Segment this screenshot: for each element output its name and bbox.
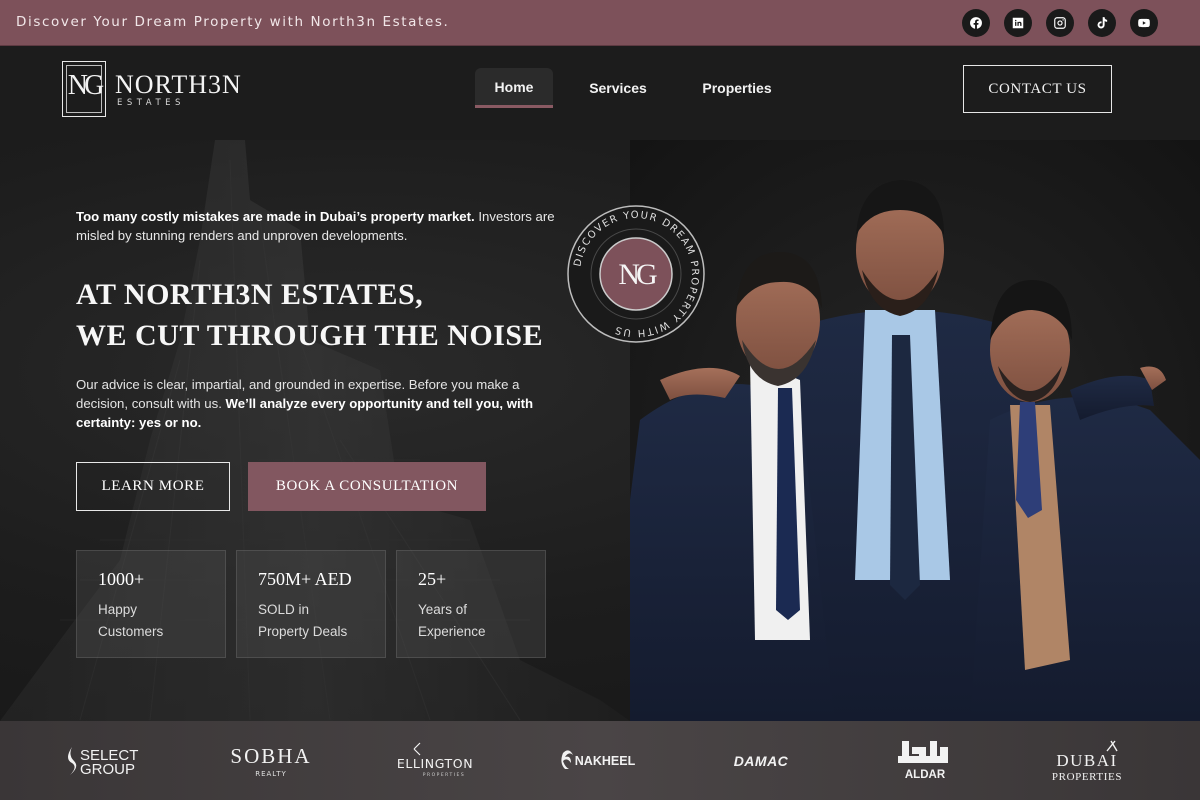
instagram-icon[interactable] (1046, 9, 1074, 37)
nav-home[interactable]: Home (475, 68, 553, 108)
facebook-icon[interactable] (962, 9, 990, 37)
svg-text:DUBAI: DUBAI (1056, 751, 1117, 770)
stat-value: 1000+ (98, 569, 145, 589)
nav-properties[interactable]: Properties (690, 68, 784, 108)
team-photo (630, 140, 1200, 721)
stat-value: 25+ (418, 569, 447, 589)
stat-card: 25+ Years of Experience (396, 550, 546, 658)
linkedin-icon[interactable] (1004, 9, 1032, 37)
hero-intro: Too many costly mistakes are made in Dub… (76, 209, 555, 243)
announcement-bar: Discover Your Dream Property with North3… (0, 0, 1200, 46)
logo-monogram-text: NG (67, 70, 104, 101)
brand-subtitle: ESTATES (117, 98, 185, 108)
sobha-realty-logo: SOBHA REALTY (225, 721, 317, 800)
stat-card: 1000+ Happy Customers (76, 550, 226, 658)
dubai-properties-logo: DUBAI PROPERTIES (1045, 721, 1135, 800)
svg-text:ELLINGTON: ELLINGTON (397, 756, 473, 771)
announcement-text: Discover Your Dream Property with North3… (16, 14, 450, 30)
headline-line-1: AT NORTH3N ESTATES, (76, 278, 424, 311)
logo-monogram: NG (62, 61, 106, 117)
tiktok-icon[interactable] (1088, 9, 1116, 37)
hero-headline: AT NORTH3N ESTATES, WE CUT THROUGH THE N… (76, 274, 636, 356)
discover-badge: DISCOVER YOUR DREAM PROPERTY WITH US NG (567, 205, 705, 343)
hero-section: Too many costly mistakes are made in Dub… (0, 140, 1200, 721)
svg-text:GROUP: GROUP (80, 761, 135, 778)
contact-us-button[interactable]: CONTACT US (963, 65, 1112, 113)
brand-name: NORTH3N (115, 70, 242, 99)
damac-logo: DAMAC (718, 721, 804, 800)
headline-line-2: WE CUT THROUGH THE NOISE (76, 319, 544, 352)
stat-label: SOLD in Property Deals (258, 602, 348, 639)
svg-text:PROPERTIES: PROPERTIES (1052, 771, 1122, 783)
book-consultation-button[interactable]: BOOK A CONSULTATION (248, 462, 486, 511)
hero-description: Our advice is clear, impartial, and grou… (76, 377, 534, 430)
svg-text:ALDAR: ALDAR (905, 769, 946, 781)
svg-text:NAKHEEL: NAKHEEL (575, 754, 636, 768)
stat-label: Happy Customers (98, 602, 164, 639)
stat-label: Years of Experience (418, 602, 486, 639)
nav-services[interactable]: Services (578, 68, 658, 108)
select-group-logo: SELECT GROUP (62, 721, 152, 800)
stat-value: 750M+ AED (258, 569, 352, 589)
nakheel-logo: NAKHEEL (555, 721, 641, 800)
learn-more-button[interactable]: LEARN MORE (76, 462, 230, 511)
stat-card: 750M+ AED SOLD in Property Deals (236, 550, 386, 658)
svg-text:SOBHA: SOBHA (230, 744, 311, 768)
partner-logos-strip: SELECT GROUP SOBHA REALTY ELLINGTON PROP… (0, 721, 1200, 800)
site-header: NG NORTH3N ESTATES Home Services Propert… (0, 46, 1200, 140)
badge-monogram: NG (618, 258, 657, 291)
svg-text:REALTY: REALTY (255, 770, 287, 778)
youtube-icon[interactable] (1130, 9, 1158, 37)
svg-text:DAMAC: DAMAC (734, 753, 789, 769)
svg-text:PROPERTIES: PROPERTIES (423, 772, 466, 778)
ellington-logo: ELLINGTON PROPERTIES (390, 721, 480, 800)
aldar-logo: ALDAR (892, 721, 958, 800)
